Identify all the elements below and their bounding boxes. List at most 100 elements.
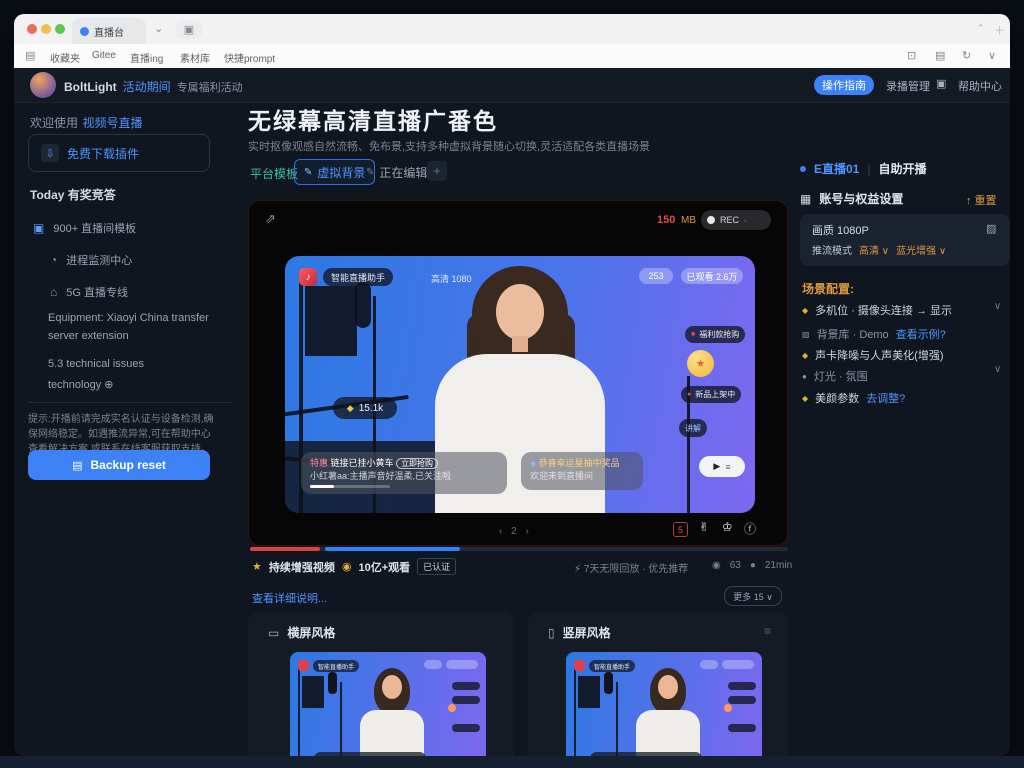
gift-counter-badge[interactable]: ◆ 15.1k [333, 397, 397, 419]
reset-action[interactable]: ↑ 重置 [966, 192, 997, 208]
mode-extra[interactable]: 蓝光增强 ∨ [896, 242, 946, 257]
chevron-down-icon[interactable]: ∨ [988, 49, 996, 62]
progress-blue [325, 547, 460, 551]
mini-progress-fill [310, 485, 334, 488]
titlebar-add-icon[interactable]: ＋ [994, 22, 1005, 38]
bookmark-item[interactable]: 直播ing [130, 50, 163, 65]
portrait-thumbnail[interactable]: 智能直播助手 [566, 652, 762, 756]
mode-value[interactable]: 高清 ∨ [859, 242, 889, 257]
speaker-silhouette [305, 286, 357, 356]
stream-progress-track[interactable] [250, 547, 788, 551]
bookmark-item[interactable]: 快捷prompt [224, 50, 275, 65]
chevron-down-icon[interactable]: ∨ [994, 301, 1001, 312]
rec-toggle[interactable]: REC ◦ [701, 210, 771, 230]
tab-title: 直播台 [94, 24, 124, 39]
account-settings-row[interactable]: ▦ 账号与权益设置 [800, 190, 903, 207]
streamer-pill[interactable]: 智能直播助手 [323, 268, 393, 286]
menu-icon[interactable]: ≡ [764, 624, 771, 638]
chat-tag: 特惠 [310, 458, 328, 468]
device-card[interactable]: 画质 1080P ▨ 推流模式 高清 ∨ 蓝光增强 ∨ [800, 214, 1010, 266]
explain-badge[interactable]: 讲解 [679, 419, 707, 437]
sidebar-toggle-icon[interactable]: ▤ [935, 49, 945, 62]
circled-f-icon[interactable]: ⓕ [744, 520, 756, 537]
panel-item-lighting[interactable]: ● 灯光 · 氛围 [802, 368, 868, 384]
chat-bubble: ◆ 恭喜幸运星抽中奖品 欢迎来到直播间 [521, 452, 643, 490]
apps-grid-icon[interactable]: ▤ [25, 49, 35, 62]
viewer-count-pill[interactable]: 253 [639, 268, 673, 284]
online-count: 63 [730, 560, 741, 571]
refresh-icon[interactable]: ↻ [962, 49, 971, 62]
speed-badge[interactable]: 5 [673, 522, 688, 537]
chat-line: 特惠 链接已挂小黄车 立即抢购 [310, 457, 498, 470]
welcome-highlight[interactable]: 视频号直播 [82, 116, 142, 130]
eye-icon: ◉ [712, 560, 721, 571]
add-tab-button[interactable]: + [427, 161, 447, 181]
page-subtitle: 实时抠像观感自然流畅、免布景,支持多种虚拟背景随心切换,灵活适配各类直播场景 [248, 138, 650, 154]
sidebar-item-templates[interactable]: ▣ 900+ 直播间模板 [33, 220, 136, 236]
viewer-pill [700, 660, 718, 669]
landscape-thumbnail[interactable]: 智能直播助手 [290, 652, 486, 756]
panel-item-beauty[interactable]: ◆ 美颜参数 去调整? [802, 390, 905, 406]
tab-virtual-background[interactable]: ✎ 虚拟背景 [294, 159, 375, 185]
maximize-window-button[interactable] [55, 24, 65, 34]
browser-tab[interactable]: 直播台 [72, 18, 146, 44]
chevron-down-icon[interactable]: ∨ [994, 364, 1001, 375]
records-menu[interactable]: 录播管理 [886, 78, 930, 94]
details-link[interactable]: 查看详细说明... [252, 590, 327, 606]
new-item-badge[interactable]: ● 新品上架中 [681, 386, 741, 403]
sidebar-info-line: technology ⊕ [48, 378, 113, 391]
page-indicator[interactable]: ‹ 2 › [499, 526, 532, 537]
more-pill[interactable]: 更多 15 ∨ [724, 586, 782, 606]
breadcrumb: E直播01 | 自助开播 [800, 160, 927, 177]
help-menu[interactable]: 帮助中心 [958, 78, 1002, 94]
taskbar-strip [0, 756, 1024, 768]
page-header: BoltLight 活动期间 专属福利活动 操作指南 录播管理 ▣ 帮助中心 [14, 68, 1010, 103]
panel-item-link[interactable]: 查看示例? [896, 326, 946, 342]
share-icon[interactable]: ⇗ [265, 211, 276, 227]
tab-templates[interactable]: 平台模板 [250, 165, 298, 182]
overlay-badge [452, 724, 480, 732]
breadcrumb-link[interactable]: E直播01 [814, 160, 859, 177]
bookmark-item[interactable]: 素材库 [180, 50, 210, 65]
close-tab-icon[interactable]: ⌄ [154, 22, 163, 35]
panel-item-link[interactable]: 去调整? [866, 390, 905, 406]
minimize-window-button[interactable] [41, 24, 51, 34]
picture-icon: ▨ [986, 222, 996, 235]
person-face [496, 284, 544, 340]
sidebar-item-monitor[interactable]: ◔ 进程监测中心 [50, 252, 132, 268]
sidebar-item-line[interactable]: ⌂ 5G 直播专线 [50, 284, 128, 300]
grid-icon[interactable]: ▣ [936, 77, 946, 90]
welcome-prefix: 欢迎使用 [30, 116, 78, 130]
bitrate-value: 150 [657, 214, 675, 226]
backup-reset-button[interactable]: ▤ Backup reset [28, 450, 210, 480]
panel-item-backgrounds[interactable]: ▨ 背景库 · Demo 查看示例? [802, 326, 946, 342]
extensions-icon[interactable]: ⊡ [907, 49, 916, 62]
bookmark-item[interactable]: 收藏夹 [50, 50, 80, 65]
video-canvas[interactable]: ♪ 智能直播助手 高清 1080 253 已观看 2.6万 ■ 福利款抢购 ★ … [285, 256, 755, 513]
hands-icon[interactable]: ✌ [699, 520, 709, 534]
play-pill[interactable]: ▶ ≡ [699, 456, 745, 477]
new-tab-button[interactable]: ▣ [176, 20, 202, 39]
crown-icon[interactable]: ♔ [722, 520, 733, 534]
bookmark-item[interactable]: Gitee [92, 50, 116, 61]
watched-pill[interactable]: 已观看 2.6万 [681, 268, 743, 284]
stand-pole [574, 664, 576, 756]
backup-reset-label: Backup reset [91, 458, 166, 472]
buy-now-pill[interactable]: 立即抢购 [396, 458, 438, 469]
panel-item-camera[interactable]: ◆ 多机位 · 摄像头连接 → 显示 [802, 302, 952, 318]
titlebar-extra-icon[interactable]: ⌃ [976, 22, 985, 35]
panel-item-audio[interactable]: ◆ 声卡降噪与人声美化(增强) [802, 347, 943, 363]
close-window-button[interactable] [27, 24, 37, 34]
tab-label: 虚拟背景 [317, 164, 365, 181]
chat-line: 小红薯aa:主播声音好温柔,已关注啦 [310, 470, 498, 483]
gift-icon[interactable]: ★ [687, 350, 714, 377]
replay-text: 7天无限回放 · 优先推荐 [584, 564, 688, 575]
download-plugin-button[interactable]: ⇩ 免费下载插件 [28, 134, 210, 172]
user-activity-link[interactable]: 活动期间 [123, 78, 171, 95]
avatar[interactable] [30, 72, 56, 98]
tab-editing[interactable]: ✎ 正在编辑 [366, 164, 427, 181]
guide-button[interactable]: 操作指南 [814, 75, 874, 95]
favicon [80, 27, 89, 36]
sale-badge[interactable]: ■ 福利款抢购 [685, 326, 745, 343]
panel-item-label: 美颜参数 [815, 390, 859, 406]
